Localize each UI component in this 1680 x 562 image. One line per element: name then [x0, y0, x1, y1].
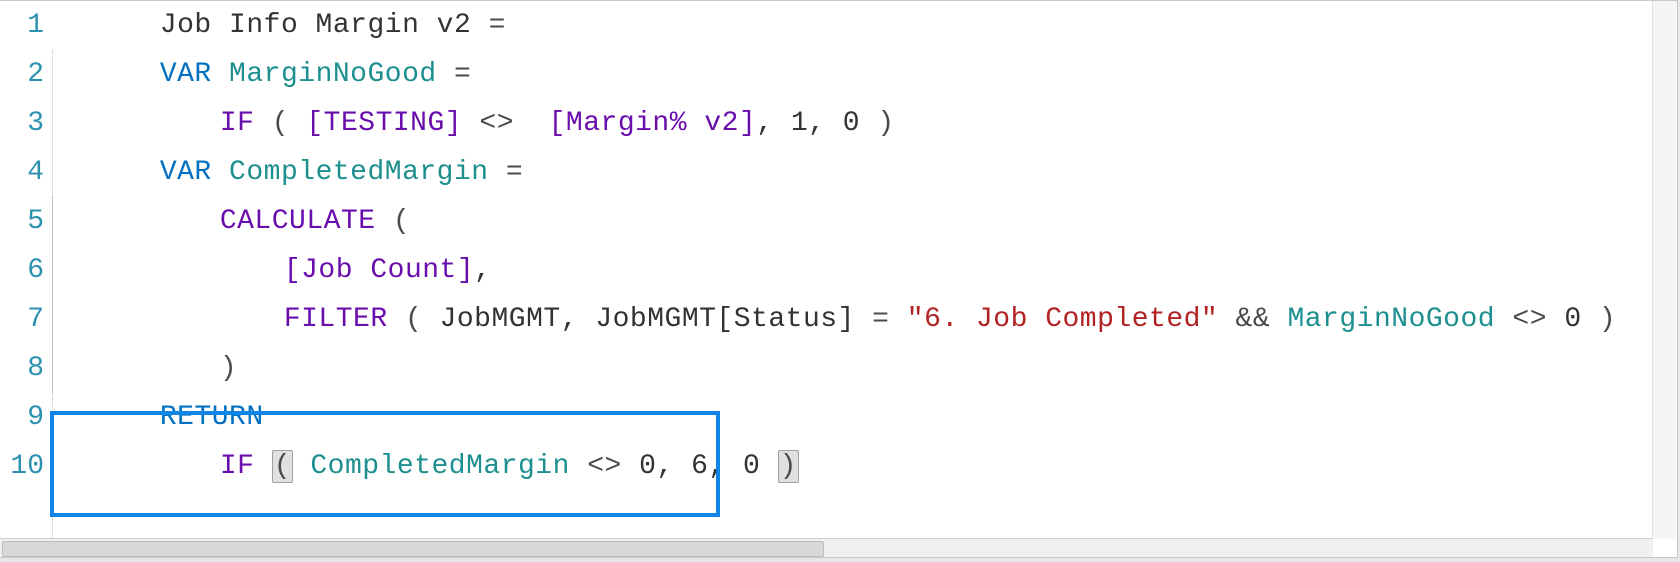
- string-literal: "6. Job Completed": [907, 304, 1218, 335]
- column-ref: [Margin% v2]: [531, 108, 756, 139]
- if-func: IF: [220, 108, 255, 139]
- comma: ,: [756, 108, 791, 139]
- filter-func: FILTER: [284, 304, 388, 335]
- space: [254, 451, 271, 482]
- line-number: 3: [0, 99, 52, 148]
- table-ref: JobMGMT: [440, 304, 561, 335]
- if-func: IF: [220, 451, 255, 482]
- and-op: &&: [1218, 304, 1287, 335]
- number-literal: 0: [639, 451, 656, 482]
- column-ref: JobMGMT[Status]: [595, 304, 855, 335]
- line-number: 2: [0, 50, 52, 99]
- line-number: 6: [0, 246, 52, 295]
- line-number: 5: [0, 197, 52, 246]
- comma: ,: [656, 451, 691, 482]
- var-ref: CompletedMargin: [310, 451, 570, 482]
- close-paren: ): [1582, 304, 1617, 335]
- code-line[interactable]: 10 IF ( CompletedMargin <> 0, 6, 0 ): [0, 442, 1677, 491]
- open-paren: (: [388, 304, 440, 335]
- number-literal: 0: [1564, 304, 1581, 335]
- number-literal: 6: [691, 451, 708, 482]
- line-number: 8: [0, 344, 52, 393]
- number-literal: 0: [843, 108, 860, 139]
- number-literal: 0: [743, 451, 760, 482]
- comma: ,: [561, 304, 596, 335]
- line-number: 10: [0, 442, 52, 491]
- line-number: 9: [0, 393, 52, 442]
- open-paren: (: [254, 108, 306, 139]
- comma: ,: [808, 108, 843, 139]
- line-number: 7: [0, 295, 52, 344]
- comma: ,: [708, 451, 743, 482]
- code-line[interactable]: 7 FILTER ( JobMGMT, JobMGMT[Status] = "6…: [0, 295, 1677, 344]
- line-number: 1: [0, 1, 52, 50]
- column-ref: [TESTING]: [306, 108, 462, 139]
- var-ref: MarginNoGood: [1287, 304, 1495, 335]
- dax-editor[interactable]: 1 Job Info Margin v2 = 2 VAR MarginNoGoo…: [0, 0, 1678, 558]
- space: [293, 451, 310, 482]
- space: [760, 451, 777, 482]
- neq-op: <>: [1495, 304, 1564, 335]
- equals-op: =: [855, 304, 907, 335]
- equals-op: =: [489, 10, 506, 41]
- open-paren-matched: (: [272, 450, 293, 483]
- number-literal: 1: [791, 108, 808, 139]
- horizontal-scrollbar[interactable]: [0, 538, 1653, 557]
- close-paren: ): [860, 108, 895, 139]
- line-number: 4: [0, 148, 52, 197]
- close-paren: ): [220, 353, 237, 384]
- scrollbar-thumb[interactable]: [2, 541, 824, 557]
- close-paren-matched: ): [778, 450, 799, 483]
- code-content[interactable]: IF ( CompletedMargin <> 0, 6, 0 ): [52, 393, 799, 540]
- neq-op: <>: [570, 451, 639, 482]
- code-content[interactable]: FILTER ( JobMGMT, JobMGMT[Status] = "6. …: [52, 246, 1616, 393]
- vertical-scrollbar[interactable]: [1652, 1, 1677, 539]
- neq-op: <>: [462, 108, 531, 139]
- code-line[interactable]: 3 IF ( [TESTING] <> [Margin% v2], 1, 0 ): [0, 99, 1677, 148]
